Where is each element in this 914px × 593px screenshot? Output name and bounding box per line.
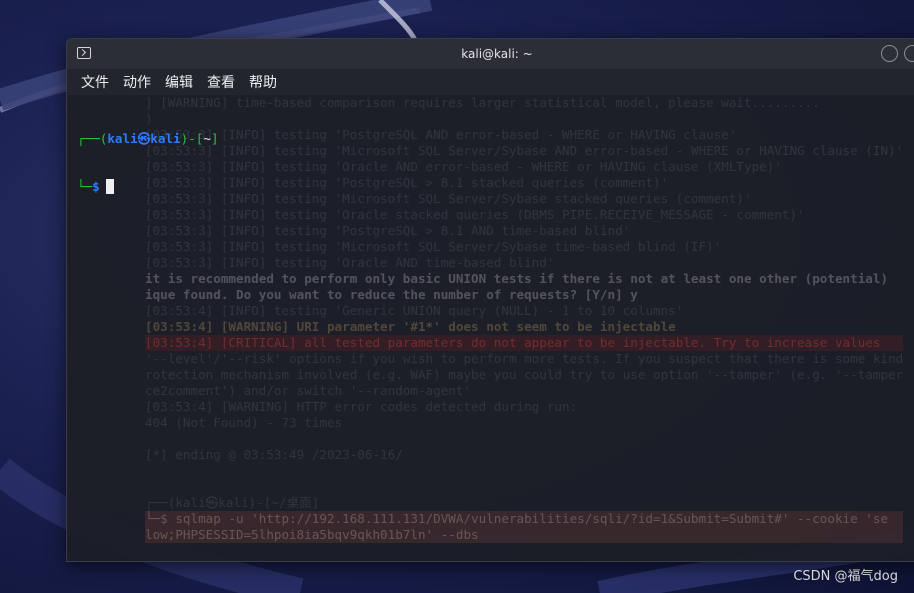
terminal-output[interactable]: ] [WARNING] time-based comparison requir…: [67, 95, 914, 561]
ghost-line: [03:53:3] [INFO] testing 'PostgreSQL > 8…: [145, 175, 669, 190]
ghost-line: └─$ sqlmap -u 'http://192.168.111.131/DV…: [145, 511, 904, 527]
ghost-line: low;PHPSESSID=5lhpoi8ia5bqv9qkh01b7ln' -…: [145, 527, 904, 543]
menu-file[interactable]: 文件: [81, 72, 109, 92]
ghost-line: '--level'/'--risk' options if you wish t…: [145, 351, 904, 366]
menu-help[interactable]: 帮助: [249, 72, 277, 92]
ghost-line: rotection mechanism involved (e.g. WAF) …: [145, 367, 904, 382]
prompt-user: kali: [107, 131, 138, 146]
ghost-line: ] [WARNING] time-based comparison requir…: [145, 95, 820, 110]
ghost-line: [03:53:3] [INFO] testing 'Oracle stacked…: [145, 207, 805, 222]
ghost-line: [03:53:3] [INFO] testing 'PostgreSQL > 8…: [145, 223, 631, 238]
ghost-line: [03:53:3] [INFO] testing 'PostgreSQL AND…: [145, 127, 737, 142]
translucent-background-text: ] [WARNING] time-based comparison requir…: [145, 95, 904, 543]
terminal-icon: [77, 47, 91, 59]
window-title: kali@kali: ~: [461, 47, 533, 61]
ghost-line: 404 (Not Found) - 73 times: [145, 415, 343, 430]
maximize-button[interactable]: [904, 45, 914, 62]
watermark: CSDN @福气dog: [793, 569, 898, 584]
ghost-line: [03:53:3] [INFO] testing 'Oracle AND err…: [145, 159, 782, 174]
prompt-frame-mid: )-[: [180, 131, 204, 146]
title-bar[interactable]: kali@kali: ~: [67, 39, 914, 69]
ghost-line: ): [145, 111, 153, 126]
ghost-line: [03:53:4] [WARNING] HTTP error codes det…: [145, 399, 578, 414]
ghost-line: it is recommended to perform only basic …: [145, 271, 889, 286]
minimize-button[interactable]: [881, 45, 898, 62]
terminal-window[interactable]: kali@kali: ~ 文件 动作 编辑 查看 帮助 ] [WARNING] …: [66, 38, 914, 562]
ghost-line: [03:53:3] [INFO] testing 'Oracle AND tim…: [145, 255, 555, 270]
ghost-line: [145, 463, 903, 479]
menu-action[interactable]: 动作: [123, 72, 151, 92]
ghost-line: [*] ending @ 03:53:49 /2023-06-16/: [145, 447, 403, 462]
prompt-line2-prefix: └─: [77, 179, 93, 194]
ghost-line: [03:53:4] [CRITICAL] all tested paramete…: [145, 335, 904, 351]
prompt-symbol: $: [92, 179, 100, 194]
prompt-skull-icon: ㉿: [137, 131, 151, 146]
menu-edit[interactable]: 编辑: [165, 72, 193, 92]
prompt-host: kali: [150, 131, 181, 146]
ghost-line: ┌──(kali㉿kali)-[~/桌面]: [145, 495, 320, 510]
menu-view[interactable]: 查看: [207, 72, 235, 92]
ghost-line: ique found. Do you want to reduce the nu…: [145, 287, 638, 302]
prompt-dir: ~: [203, 131, 211, 146]
ghost-line: [145, 479, 903, 495]
menu-bar: 文件 动作 编辑 查看 帮助: [67, 69, 914, 95]
ghost-line: [03:53:4] [INFO] testing 'Generic UNION …: [145, 303, 684, 318]
text-cursor[interactable]: [105, 179, 114, 194]
ghost-line: [145, 431, 903, 447]
ghost-line: [03:53:3] [INFO] testing 'Microsoft SQL …: [145, 191, 752, 206]
ghost-line: ce2comment') and/or switch '--random-age…: [145, 383, 472, 398]
ghost-line: [03:53:3] [INFO] testing 'Microsoft SQL …: [145, 239, 722, 254]
shell-prompt: ┌──(kali㉿kali)-[~] └─$: [77, 99, 219, 227]
ghost-line: [03:53:3] [INFO] testing 'Microsoft SQL …: [145, 143, 904, 158]
prompt-frame-close: ]: [210, 131, 219, 146]
ghost-line: [03:53:4] [WARNING] URI parameter '#1*' …: [145, 319, 676, 334]
prompt-frame-open: ┌──(: [77, 131, 108, 146]
